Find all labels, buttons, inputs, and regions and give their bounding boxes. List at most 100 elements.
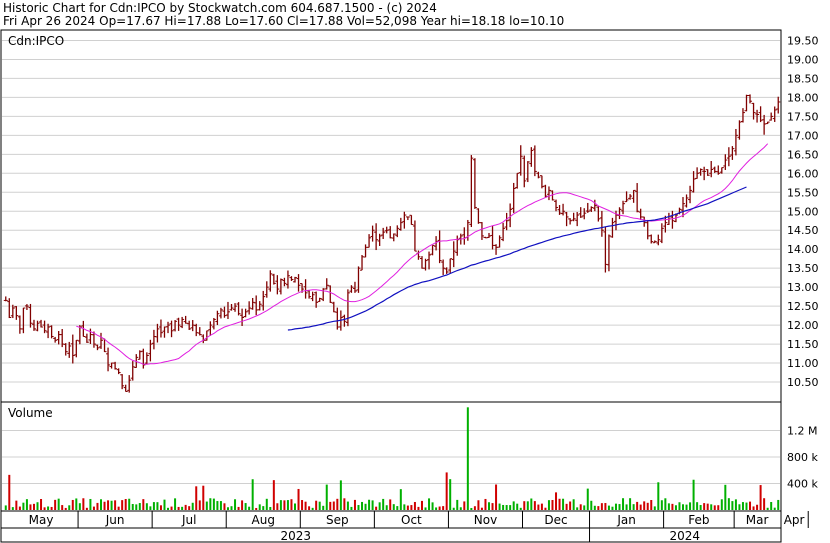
volume-bar <box>198 500 201 510</box>
ohlc-bar <box>487 232 491 238</box>
volume-bar <box>639 504 642 510</box>
moving-average-long-line <box>287 186 747 331</box>
ohlc-bar <box>543 184 548 198</box>
month-axis: May Jun Jul Aug Sep Oct Nov Dec Jan Feb Mar Apr <box>29 511 809 528</box>
ohlc-bar <box>596 205 601 222</box>
volume-bar <box>717 505 720 510</box>
ohlc-bar <box>324 278 329 290</box>
price-tick-label: 12.00 <box>787 319 819 332</box>
volume-bar <box>657 482 660 510</box>
ohlc-bar <box>568 218 573 225</box>
volume-bar <box>92 506 95 510</box>
volume-bar <box>297 488 300 510</box>
ohlc-bar <box>7 298 12 319</box>
ohlc-bar <box>109 362 114 369</box>
month-label: May <box>29 513 54 527</box>
volume-tick-label: 400 k <box>787 478 818 491</box>
ohlc-bar <box>381 227 386 239</box>
volume-bar <box>466 407 469 510</box>
ohlc-bar <box>582 208 587 220</box>
ohlc-bar <box>194 323 199 337</box>
ohlc-bar <box>282 277 287 287</box>
volume-bar <box>382 498 385 510</box>
ohlc-bar <box>427 251 432 270</box>
ohlc-bar <box>719 167 724 174</box>
ohlc-bar <box>84 333 89 343</box>
volume-bar <box>495 484 498 510</box>
ohlc-bar <box>99 332 103 349</box>
volume-bar <box>170 506 173 510</box>
volume-bar <box>540 503 543 510</box>
ohlc-bar <box>504 212 509 231</box>
volume-bar <box>770 502 773 510</box>
volume-bar <box>607 505 610 510</box>
ohlc-bar <box>14 306 19 320</box>
ohlc-bar <box>215 310 220 326</box>
volume-bar <box>212 498 215 510</box>
ohlc-bar <box>243 308 248 318</box>
ohlc-bar <box>610 217 615 238</box>
volume-bar <box>174 498 177 510</box>
volume-bar <box>234 499 237 510</box>
volume-bar <box>163 499 166 510</box>
volume-bar <box>682 504 684 510</box>
volume-bar <box>509 505 512 510</box>
volume-bar <box>706 503 709 510</box>
ohlc-bar <box>296 274 301 292</box>
volume-bar <box>445 472 448 510</box>
ohlc-bar <box>751 102 756 120</box>
volume-bar <box>685 504 688 510</box>
ohlc-bar <box>430 244 435 256</box>
volume-bar <box>417 506 420 510</box>
volume-bar <box>265 498 268 510</box>
volume-bar <box>272 480 275 510</box>
price-tick-label: 15.50 <box>787 186 819 199</box>
volume-bar <box>329 501 332 510</box>
volume-bar <box>759 485 762 510</box>
ohlc-bar <box>585 202 590 213</box>
volume-bar <box>674 505 677 510</box>
month-label: Apr <box>784 513 805 527</box>
ohlc-bar <box>56 331 61 345</box>
ohlc-bar <box>356 266 361 293</box>
ohlc-bar <box>405 216 410 221</box>
price-tick-label: 14.00 <box>787 243 819 256</box>
month-label: Nov <box>474 513 497 527</box>
volume-bar <box>646 502 649 510</box>
ohlc-bar <box>758 106 763 123</box>
volume-bar <box>15 500 18 510</box>
volume-bar <box>18 506 21 510</box>
volume-bar <box>209 498 212 510</box>
volume-bar <box>43 507 46 510</box>
ohlc-bar <box>250 297 255 310</box>
volume-bar <box>431 502 434 510</box>
volume-bar <box>452 507 455 510</box>
ohlc-bar <box>511 182 516 213</box>
volume-bar <box>470 507 473 510</box>
volume-bar <box>643 501 646 510</box>
volume-bar <box>177 506 180 510</box>
ohlc-bar <box>599 210 604 237</box>
ohlc-bar <box>659 223 664 244</box>
volume-bar <box>632 504 635 510</box>
volume-bar <box>89 498 92 510</box>
ohlc-bar <box>144 352 149 364</box>
ohlc-bar <box>518 145 523 176</box>
volume-bar <box>734 499 737 510</box>
ohlc-bar <box>35 320 40 332</box>
volume-bar <box>191 502 194 510</box>
volume-bar <box>167 507 170 510</box>
volume-bar <box>262 506 265 510</box>
volume-bar <box>614 503 617 510</box>
ohlc-bar <box>49 325 54 339</box>
volume-bar <box>269 506 272 510</box>
volume-bar <box>202 485 205 510</box>
price-tick-label: 18.00 <box>787 91 819 104</box>
volume-bar <box>325 484 328 510</box>
volume-bar <box>502 504 505 510</box>
ohlc-bar <box>321 288 326 302</box>
ohlc-bar <box>649 234 654 244</box>
volume-bar <box>286 500 289 510</box>
volume-bar <box>54 499 57 510</box>
ohlc-bar <box>469 155 474 228</box>
